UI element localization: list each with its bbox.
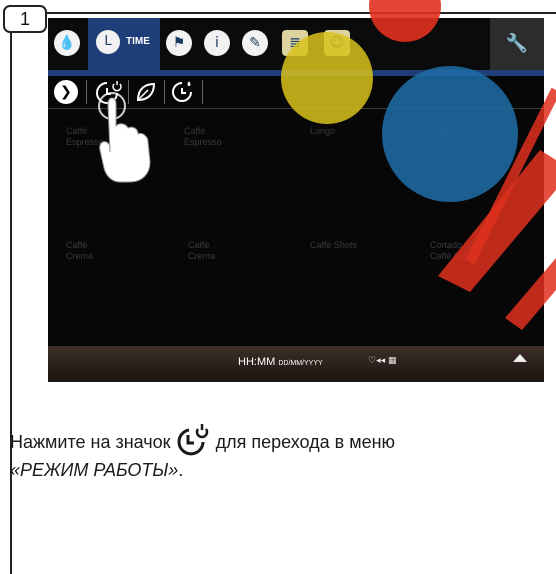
tile-label: Caffè <box>66 126 88 136</box>
power-clock-icon <box>177 424 208 456</box>
date-text: DD/MM/YYYY <box>278 360 323 367</box>
tile-label: Lungo <box>430 126 456 136</box>
clock-icon: L <box>96 30 120 54</box>
status-bar: HH:MM DD/MM/YYYY ♡◂◂ ▦ <box>48 346 544 382</box>
separator <box>128 80 129 104</box>
tab-time-label: TIME <box>126 36 150 47</box>
wrench-icon[interactable]: 🔧 <box>490 18 544 70</box>
drop-clock-icon[interactable] <box>170 80 194 104</box>
step-number-badge: 1 <box>3 5 47 33</box>
beverage-tile[interactable]: Caffè Crema <box>66 240 93 262</box>
tile-label: Espresso <box>184 137 222 147</box>
separator <box>164 80 165 104</box>
water-drop-icon[interactable]: 💧 <box>54 30 80 56</box>
instruction-part: Нажмите на значок <box>10 432 171 452</box>
beverage-tile[interactable]: Lungo <box>310 126 335 137</box>
status-icons: ♡◂◂ ▦ <box>368 356 397 366</box>
tile-label: Caffè Shots <box>310 240 357 250</box>
pencil-icon[interactable]: ✎ <box>242 30 268 56</box>
tab-time[interactable]: L TIME <box>88 18 160 70</box>
tile-label: Crema <box>66 251 94 261</box>
top-toolbar: 💧 L TIME ⚑ i ✎ ≣ ☺ 🔧 <box>48 18 544 70</box>
beverage-tile[interactable]: Caffè Espresso <box>66 126 104 148</box>
beverage-tile[interactable]: Caffè Shots <box>310 240 357 251</box>
list-icon[interactable]: ≣ <box>282 30 308 56</box>
mode-toolbar: ❯ <box>48 76 544 109</box>
tile-label: Caffè <box>184 126 206 136</box>
time-text: HH:MM <box>238 356 276 368</box>
instruction-part: для перехода в меню <box>210 432 396 452</box>
leaf-icon[interactable] <box>134 80 158 104</box>
user-icon[interactable]: ☺ <box>324 30 350 56</box>
tile-label: Caffè Shots <box>430 251 477 261</box>
tile-label: Caffè <box>188 240 210 250</box>
tile-label: Lungo <box>310 126 336 136</box>
info-icon[interactable]: i <box>204 30 230 56</box>
instruction-end: . <box>178 460 184 480</box>
device-screen: 💧 L TIME ⚑ i ✎ ≣ ☺ 🔧 ❯ Caffè Espresso Caf… <box>48 18 544 382</box>
tile-label: Espresso <box>66 137 104 147</box>
power-clock-icon[interactable] <box>92 80 122 104</box>
beverage-tile[interactable]: Caffè Espresso <box>184 126 222 148</box>
instruction-text: Нажмите на значок для перехода в меню «Р… <box>10 424 556 484</box>
tile-label: Cortado <box>430 240 463 250</box>
flag-icon[interactable]: ⚑ <box>166 30 192 56</box>
arrow-right-icon[interactable]: ❯ <box>54 80 78 104</box>
beverage-tile[interactable]: Cortado Caffè Shots <box>430 240 477 262</box>
expand-up-icon[interactable] <box>513 354 527 362</box>
beverage-tile[interactable]: Caffè Crema <box>188 240 215 262</box>
tile-label: Crema <box>188 251 216 261</box>
tile-label: Caffè <box>66 240 88 250</box>
beverage-tile[interactable]: Lungo <box>430 126 455 137</box>
menu-name: «РЕЖИМ РАБОТЫ» <box>10 460 179 480</box>
separator <box>86 80 87 104</box>
separator <box>202 80 203 104</box>
clock-display: HH:MM DD/MM/YYYY <box>238 356 323 368</box>
